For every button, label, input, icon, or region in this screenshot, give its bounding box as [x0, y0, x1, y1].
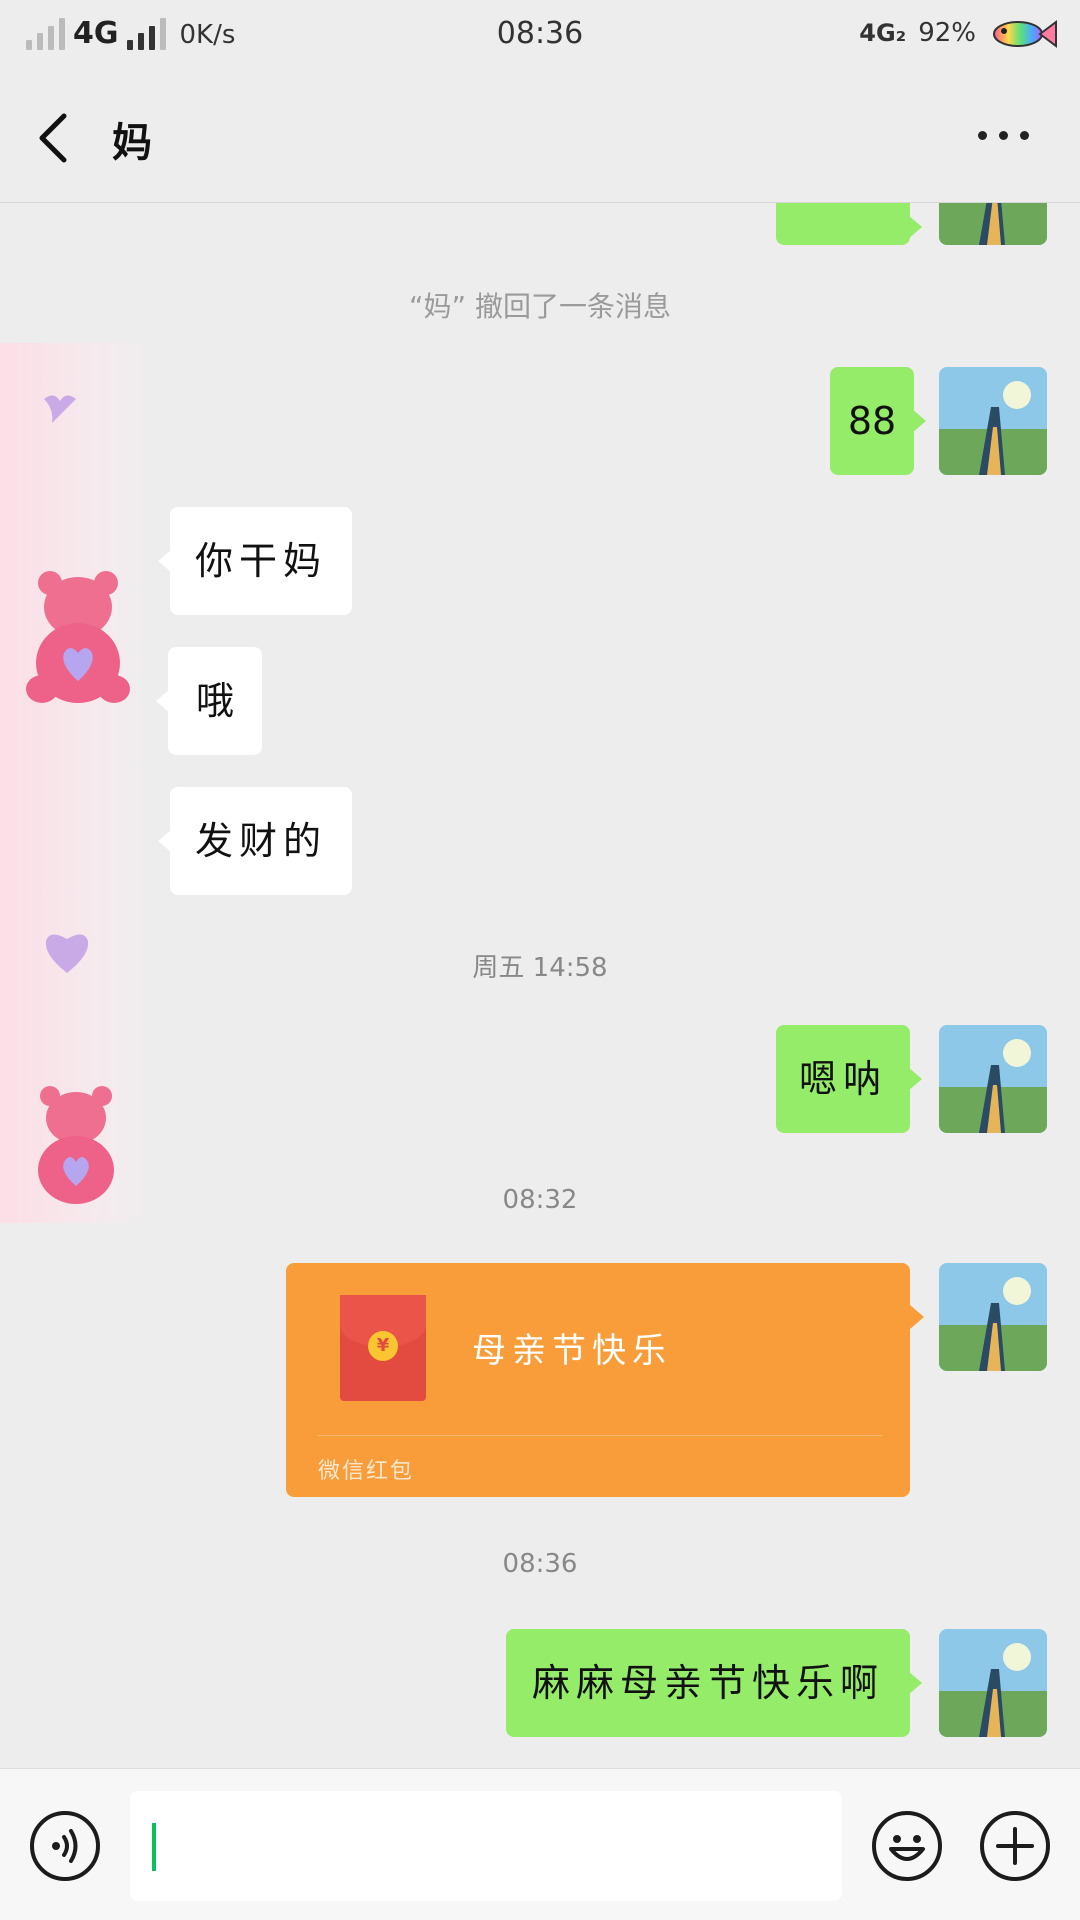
- fish-icon: [993, 20, 1057, 48]
- message-bubble-out[interactable]: 嗯呐: [776, 1025, 922, 1133]
- red-packet-icon: ¥: [340, 1295, 426, 1401]
- status-bar: 4G 0K/s 08:36 4G₂ 92%: [0, 0, 1080, 72]
- my-avatar[interactable]: [939, 1025, 1047, 1133]
- timestamp: 08:36: [502, 1549, 578, 1579]
- red-packet-label: 微信红包: [318, 1459, 415, 1484]
- timestamp: 08:32: [502, 1185, 578, 1215]
- message-input[interactable]: [130, 1791, 842, 1901]
- plus-icon[interactable]: [980, 1811, 1050, 1881]
- message-list[interactable]: “妈” 撤回了一条消息 88 你干妈 哦 发财的 周五 14:58 嗯呐 08:…: [0, 203, 1080, 1768]
- chat-header: 妈: [0, 72, 1080, 203]
- red-packet-title: 母亲节快乐: [472, 1331, 672, 1371]
- message-bubble-in[interactable]: 你干妈: [158, 507, 352, 615]
- status-right: 4G₂ 92%: [859, 16, 1058, 50]
- message-bubble-partial[interactable]: [776, 203, 922, 245]
- timestamp: 周五 14:58: [472, 953, 608, 983]
- chat-title: 妈: [112, 120, 152, 166]
- my-avatar[interactable]: [939, 1629, 1047, 1737]
- chevron-left-icon[interactable]: [30, 108, 80, 168]
- message-bubble-in[interactable]: 哦: [156, 647, 262, 755]
- more-icon[interactable]: [978, 120, 1038, 150]
- input-bar: [0, 1768, 1080, 1920]
- message-bubble-out[interactable]: 麻麻母亲节快乐啊: [506, 1629, 922, 1737]
- red-packet-message[interactable]: ¥ 母亲节快乐 微信红包: [286, 1263, 924, 1497]
- battery-label: 92%: [918, 18, 976, 48]
- network2-label: 4G₂: [859, 19, 907, 47]
- chat-screen: 4G 0K/s 08:36 4G₂ 92% 妈 “妈” 撤回了一条消息 88 你…: [0, 0, 1080, 1920]
- emoji-icon[interactable]: [872, 1811, 942, 1881]
- voice-icon[interactable]: [30, 1811, 100, 1881]
- text-caret: [152, 1823, 156, 1871]
- message-bubble-out[interactable]: 88: [830, 367, 926, 475]
- recall-notice: “妈” 撤回了一条消息: [409, 290, 671, 323]
- contact-avatar-decoration: [0, 343, 150, 1223]
- my-avatar[interactable]: [939, 367, 1047, 475]
- my-avatar[interactable]: [939, 1263, 1047, 1371]
- red-packet-divider: [318, 1435, 882, 1436]
- message-bubble-in[interactable]: 发财的: [158, 787, 352, 895]
- my-avatar[interactable]: [939, 203, 1047, 245]
